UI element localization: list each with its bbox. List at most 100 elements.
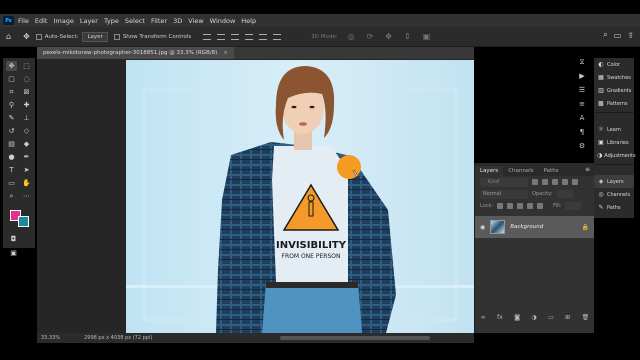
- background-color-swatch[interactable]: [18, 216, 29, 227]
- pixel-filter-icon[interactable]: [532, 179, 538, 185]
- home-icon[interactable]: ⌂: [6, 32, 11, 41]
- menu-window[interactable]: Window: [210, 17, 236, 25]
- menu-view[interactable]: View: [188, 17, 203, 25]
- tab-layers[interactable]: Layers: [475, 166, 504, 176]
- menu-image[interactable]: Image: [53, 17, 73, 25]
- shape-tool-icon[interactable]: ▭: [6, 178, 17, 188]
- panel-adjustments[interactable]: ◑ Adjustments: [594, 149, 636, 162]
- menu-file[interactable]: File: [18, 17, 29, 25]
- zoom-level[interactable]: 33.33%: [41, 335, 60, 341]
- tab-paths[interactable]: Paths: [539, 166, 564, 176]
- brush-settings-icon[interactable]: ≡: [575, 100, 589, 114]
- fill-input[interactable]: [565, 202, 582, 210]
- paragraph-icon[interactable]: ¶: [575, 128, 589, 142]
- tab-channels[interactable]: Channels: [503, 166, 538, 176]
- panel-channels[interactable]: ◎ Channels: [594, 188, 634, 201]
- align-middle-icon[interactable]: [217, 33, 226, 40]
- menu-filter[interactable]: Filter: [151, 17, 167, 25]
- dodge-tool-icon[interactable]: ●: [6, 152, 17, 162]
- adjustment-filter-icon[interactable]: [542, 179, 548, 185]
- align-center-icon[interactable]: [259, 33, 268, 40]
- lock-paint-icon[interactable]: [507, 203, 514, 209]
- brush-tool-icon[interactable]: ✎: [6, 113, 17, 123]
- panel-learn[interactable]: ☼ Learn: [594, 123, 634, 136]
- glyphs-icon[interactable]: ⚙: [575, 142, 589, 156]
- panel-patterns[interactable]: ▩ Patterns: [594, 97, 634, 110]
- adjustment-layer-icon[interactable]: ◑: [531, 314, 536, 321]
- new-layer-icon[interactable]: ⊞: [565, 314, 570, 321]
- quick-mask-icon[interactable]: ◘: [8, 234, 19, 244]
- document-size-info[interactable]: 2998 px x 4038 px (72 ppi): [84, 335, 152, 341]
- healing-tool-icon[interactable]: ✚: [21, 100, 32, 110]
- lock-position-icon[interactable]: [517, 203, 524, 209]
- crop-tool-icon[interactable]: ⌗: [6, 87, 17, 97]
- history-icon[interactable]: ⧖: [575, 58, 589, 72]
- share-icon[interactable]: ⇪: [627, 31, 634, 40]
- panel-libraries[interactable]: ▣ Libraries: [594, 136, 634, 149]
- history-brush-icon[interactable]: ↺: [6, 126, 17, 136]
- align-right-icon[interactable]: [273, 33, 282, 40]
- panel-swatches[interactable]: ▦ Swatches: [594, 71, 634, 84]
- blend-mode-dropdown[interactable]: Normal: [480, 189, 528, 199]
- layer-name[interactable]: Background: [510, 224, 576, 230]
- lock-pixels-icon[interactable]: [497, 203, 504, 209]
- eyedropper-tool-icon[interactable]: ⚲: [6, 100, 17, 110]
- type-filter-icon[interactable]: [552, 179, 558, 185]
- character-icon[interactable]: A: [575, 114, 589, 128]
- menu-edit[interactable]: Edit: [35, 17, 48, 25]
- panel-color[interactable]: ◐ Color: [594, 58, 634, 71]
- document-tab[interactable]: pexels-mikotoraw-photographer-3018851.jp…: [37, 47, 234, 59]
- lasso-tool-icon[interactable]: ◌: [21, 74, 32, 84]
- menu-3d[interactable]: 3D: [173, 17, 182, 25]
- screen-mode-icon[interactable]: ▣: [8, 248, 19, 258]
- panel-menu-icon[interactable]: ≡: [585, 166, 590, 173]
- panel-layers[interactable]: ◈ Layers: [594, 175, 634, 188]
- auto-select-checkbox[interactable]: [35, 33, 42, 40]
- menu-type[interactable]: Type: [104, 17, 119, 25]
- smart-filter-icon[interactable]: [572, 179, 578, 185]
- layer-lock-icon[interactable]: 🔒: [582, 224, 589, 231]
- add-mask-icon[interactable]: ◙: [514, 314, 520, 321]
- workspace-icon[interactable]: ▭: [614, 31, 622, 40]
- layer-kind-filter[interactable]: Kind: [480, 177, 528, 187]
- menu-select[interactable]: Select: [125, 17, 145, 25]
- gradient-tool-icon[interactable]: ▤: [6, 139, 17, 149]
- search-icon[interactable]: ⌕: [603, 30, 607, 40]
- move-tool-icon[interactable]: ✥: [6, 61, 17, 71]
- horizontal-scrollbar[interactable]: [280, 336, 430, 340]
- stamp-tool-icon[interactable]: ⊥: [21, 113, 32, 123]
- lock-all-icon[interactable]: [537, 203, 544, 209]
- visibility-eye-icon[interactable]: ◉: [480, 224, 485, 231]
- panel-gradients[interactable]: ▥ Gradients: [594, 84, 634, 97]
- path-select-icon[interactable]: ➤: [21, 165, 32, 175]
- new-group-icon[interactable]: ▭: [548, 314, 554, 321]
- close-icon[interactable]: ×: [223, 50, 228, 56]
- 3d-orbit-icon[interactable]: ◎: [348, 32, 355, 41]
- menu-help[interactable]: Help: [241, 17, 256, 25]
- move-tool-icon[interactable]: ✥: [23, 32, 30, 41]
- more-tools-icon[interactable]: ⋯: [21, 191, 32, 201]
- 3d-roll-icon[interactable]: ⟳: [367, 32, 374, 41]
- blur-tool-icon[interactable]: ◆: [21, 139, 32, 149]
- layer-style-icon[interactable]: fx: [497, 314, 503, 321]
- marquee-tool-icon[interactable]: ▢: [6, 74, 17, 84]
- document-canvas[interactable]: INVISIBILITY FROM ONE PERSON: [126, 60, 474, 333]
- menu-layer[interactable]: Layer: [80, 17, 98, 25]
- pen-tool-icon[interactable]: ✒: [21, 152, 32, 162]
- play-icon[interactable]: ▶: [575, 72, 589, 86]
- 3d-slide-icon[interactable]: ⇕: [404, 32, 411, 41]
- align-top-icon[interactable]: [203, 33, 212, 40]
- properties-icon[interactable]: ☰: [575, 86, 589, 100]
- transform-controls-checkbox[interactable]: [113, 33, 120, 40]
- opacity-input[interactable]: [556, 190, 573, 198]
- align-left-icon[interactable]: [245, 33, 254, 40]
- zoom-tool-icon[interactable]: ⌕: [6, 191, 17, 201]
- shape-filter-icon[interactable]: [562, 179, 568, 185]
- panel-paths[interactable]: ✎ Paths: [594, 201, 634, 214]
- eraser-tool-icon[interactable]: ◇: [21, 126, 32, 136]
- auto-select-dropdown[interactable]: Layer: [82, 31, 108, 42]
- 3d-pan-icon[interactable]: ✥: [385, 32, 392, 41]
- delete-layer-icon[interactable]: 🗑: [582, 314, 590, 321]
- frame-tool-icon[interactable]: ⊠: [21, 87, 32, 97]
- artboard-tool-icon[interactable]: ⬚: [21, 61, 32, 71]
